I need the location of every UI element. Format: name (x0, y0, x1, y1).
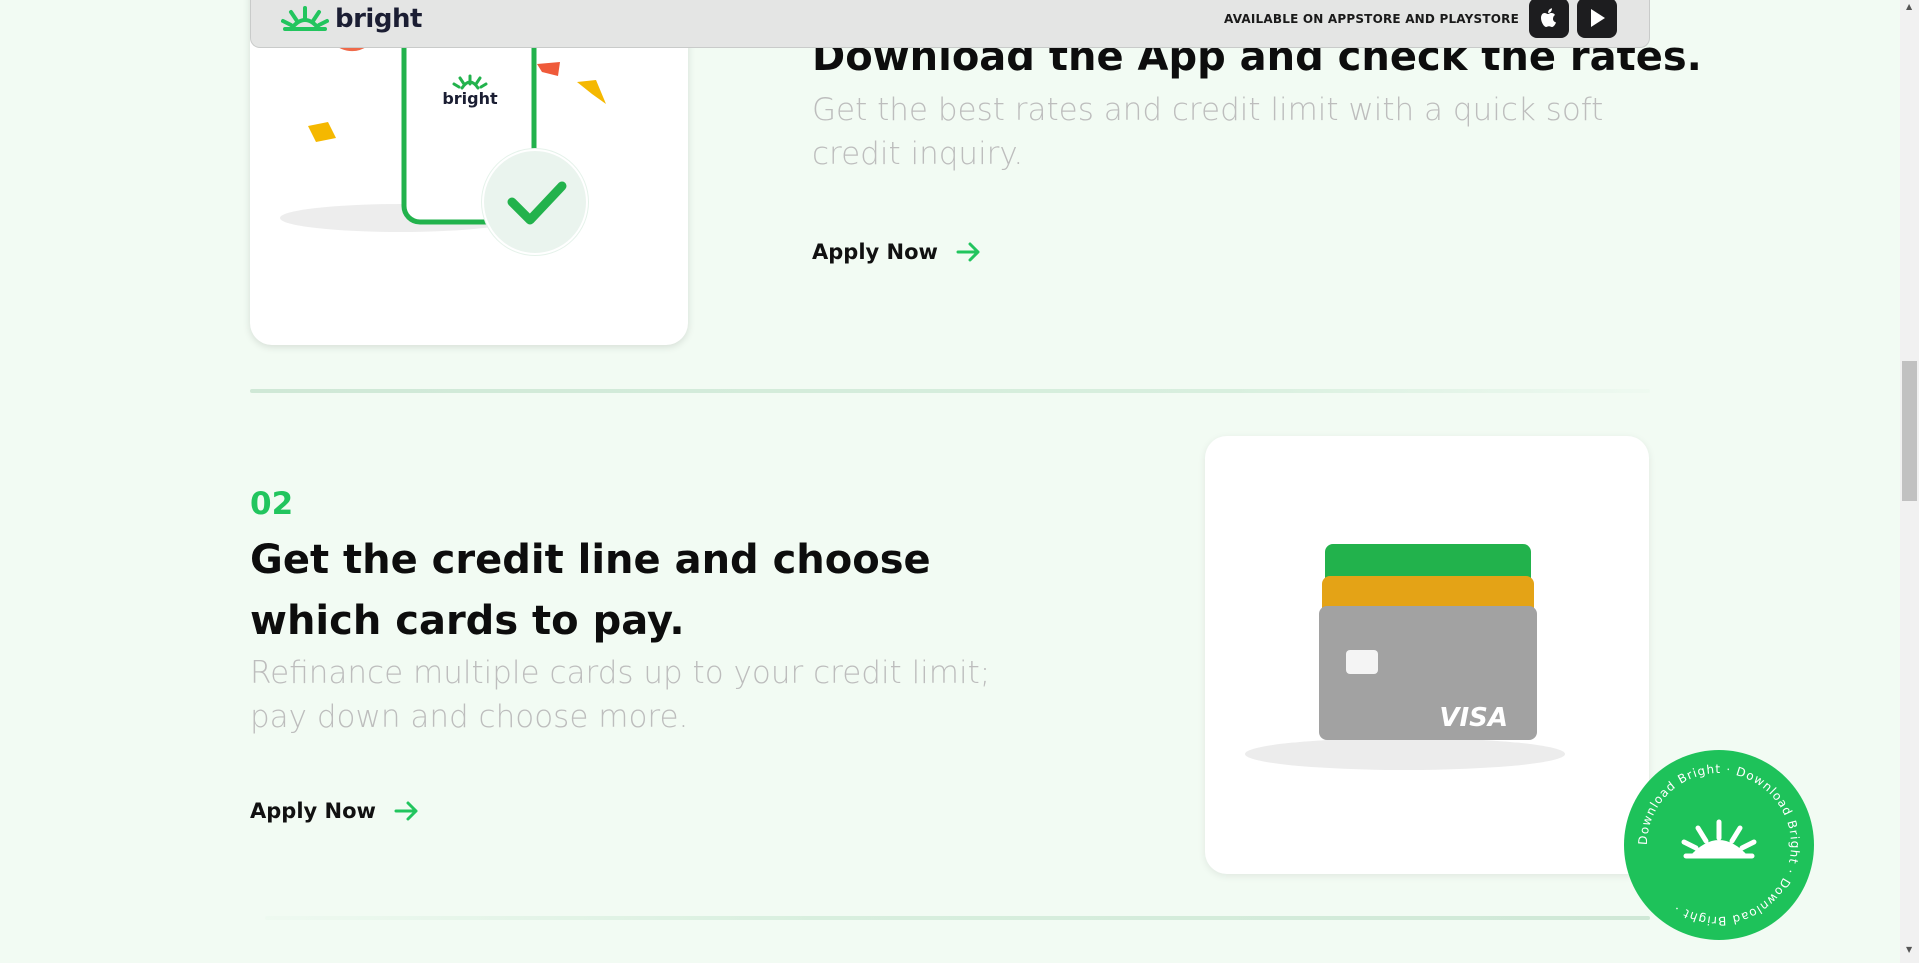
section-divider (250, 389, 1650, 393)
bright-logo[interactable]: bright (281, 2, 422, 36)
step1-apply-now-link[interactable]: Apply Now (812, 240, 982, 264)
section-divider (265, 916, 1650, 920)
scroll-up-arrow-icon[interactable]: ▲ (1906, 2, 1912, 11)
phone-logo-text: bright (442, 89, 498, 108)
credit-cards-illustration: VISA (1245, 544, 1565, 770)
step2-apply-now-link[interactable]: Apply Now (250, 799, 420, 823)
step1-description: Get the best rates and credit limit with… (812, 92, 1604, 172)
step2-number: 02 (250, 486, 294, 522)
apple-icon (1541, 8, 1556, 28)
step1-illustration-card: bright (250, 0, 688, 345)
sunrise-logo-icon (281, 6, 329, 31)
appstore-button[interactable] (1529, 0, 1569, 38)
card-chip-icon (1346, 650, 1378, 674)
arrow-right-icon (394, 801, 418, 821)
scroll-down-arrow-icon[interactable]: ▼ (1906, 945, 1912, 954)
top-navbar: bright AVAILABLE ON APPSTORE AND PLAYSTO… (250, 0, 1650, 48)
page: bright Download the App and check the ra… (0, 0, 1900, 963)
arrow-right-icon (956, 242, 980, 262)
store-availability-text: AVAILABLE ON APPSTORE AND PLAYSTORE (1224, 12, 1519, 26)
download-bright-badge[interactable]: Download Bright · Download Bright · Down… (1624, 750, 1814, 940)
logo-text: bright (335, 4, 422, 34)
visa-logo: VISA (1439, 703, 1508, 733)
step2-description: Refinance multiple cards up to your cred… (250, 655, 991, 735)
play-store-icon (1591, 9, 1605, 27)
apply-now-label: Apply Now (812, 240, 938, 264)
apply-now-label: Apply Now (250, 799, 376, 823)
scrollbar-thumb[interactable] (1902, 361, 1917, 501)
step2-illustration-card: VISA (1205, 436, 1649, 874)
sunrise-logo-icon (1681, 819, 1757, 859)
badge-graphic: Download Bright · Download Bright · Down… (1636, 762, 1801, 928)
playstore-button[interactable] (1577, 0, 1617, 38)
step2-title: Get the credit line and choose which car… (250, 537, 931, 644)
phone-illustration: bright (280, 0, 606, 256)
